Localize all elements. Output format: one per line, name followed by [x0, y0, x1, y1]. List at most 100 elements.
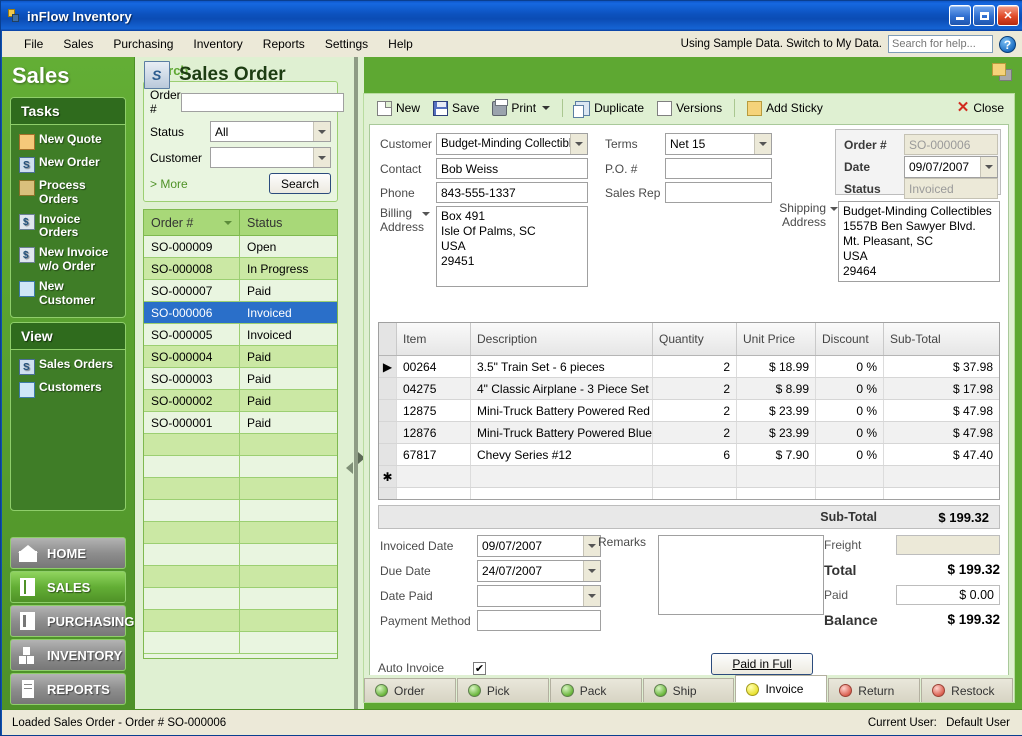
close-record-button[interactable]: ✕ Close — [957, 101, 1004, 115]
description-cell[interactable]: Chevy Series #12 — [471, 444, 653, 465]
splitter-bar[interactable] — [354, 57, 358, 709]
order-list-row[interactable]: SO-000005Invoiced — [144, 324, 337, 346]
search-order-input[interactable] — [181, 93, 344, 112]
print-button[interactable]: Print — [487, 99, 555, 118]
chevron-down-icon[interactable] — [422, 212, 430, 216]
item-cell[interactable]: 00264 — [397, 356, 471, 377]
order-list-row[interactable]: SO-000008In Progress — [144, 258, 337, 280]
nav-reports[interactable]: REPORTS — [10, 673, 126, 705]
minimize-button[interactable] — [949, 5, 971, 26]
line-item-row[interactable]: ✱ — [379, 466, 999, 488]
chevron-down-icon[interactable] — [313, 148, 330, 167]
sub-total-cell[interactable] — [884, 466, 999, 487]
quantity-cell[interactable]: 2 — [653, 378, 737, 399]
discount-cell[interactable]: 0 % — [816, 378, 884, 399]
quantity-cell[interactable] — [653, 466, 737, 487]
order-list-row[interactable]: SO-000006Invoiced — [144, 302, 337, 324]
phone-input[interactable]: 843-555-1337 — [436, 182, 588, 203]
discount-cell[interactable]: 0 % — [816, 444, 884, 465]
due-date-picker[interactable]: 24/07/2007 — [477, 560, 601, 582]
quantity-cell[interactable]: 2 — [653, 400, 737, 421]
billing-address-field[interactable]: Box 491 Isle Of Palms, SC USA 29451 — [436, 206, 588, 287]
item-cell[interactable] — [397, 488, 471, 500]
unit-price-cell[interactable]: $ 8.99 — [737, 378, 816, 399]
auto-invoice-checkbox[interactable]: ✔ — [473, 662, 486, 675]
row-marker-cell[interactable] — [379, 400, 397, 421]
order-list-empty-row[interactable] — [144, 500, 337, 522]
row-marker-cell[interactable] — [379, 488, 397, 500]
chevron-down-icon[interactable] — [583, 561, 600, 581]
column-header-order[interactable]: Order # — [144, 210, 240, 235]
order-list-empty-row[interactable] — [144, 566, 337, 588]
order-list-row[interactable]: SO-000007Paid — [144, 280, 337, 302]
line-item-row[interactable]: ▶002643.5" Train Set - 6 pieces2$ 18.990… — [379, 356, 999, 378]
order-list-grid[interactable]: Order # Status SO-000009OpenSO-000008In … — [143, 209, 338, 659]
quantity-cell[interactable]: 2 — [653, 356, 737, 377]
paid-in-full-button[interactable]: Paid in Full — [711, 653, 813, 675]
invoiced-date-picker[interactable]: 09/07/2007 — [477, 535, 601, 557]
stage-tab-invoice[interactable]: Invoice — [735, 675, 827, 702]
menu-settings[interactable]: Settings — [315, 34, 378, 54]
date-picker[interactable]: 09/07/2007 — [904, 156, 998, 178]
help-icon[interactable]: ? — [999, 36, 1016, 53]
sidebar-item-customers[interactable]: Customers — [17, 378, 121, 401]
sub-total-cell[interactable]: $ 17.98 — [884, 378, 999, 399]
order-list-empty-row[interactable] — [144, 456, 337, 478]
order-list-row[interactable]: SO-000001Paid — [144, 412, 337, 434]
stage-tab-restock[interactable]: Restock — [921, 678, 1013, 702]
row-marker-cell[interactable]: ▶ — [379, 356, 397, 377]
item-cell[interactable]: 12876 — [397, 422, 471, 443]
help-search-input[interactable] — [888, 35, 993, 53]
sidebar-item-new-quote[interactable]: New Quote — [17, 130, 121, 153]
discount-cell[interactable]: 0 % — [816, 356, 884, 377]
chevron-down-icon[interactable] — [313, 122, 330, 141]
stage-tab-pack[interactable]: Pack — [550, 678, 642, 702]
discount-cell[interactable]: 0 % — [816, 400, 884, 421]
contact-input[interactable]: Bob Weiss — [436, 158, 588, 179]
maximize-button[interactable] — [973, 5, 995, 26]
terms-select[interactable]: Net 15 — [665, 133, 772, 155]
line-item-row[interactable] — [379, 488, 999, 500]
discount-cell[interactable]: 0 % — [816, 422, 884, 443]
order-list-empty-row[interactable] — [144, 478, 337, 500]
freight-input[interactable] — [896, 535, 1000, 555]
sub-total-cell[interactable]: $ 47.40 — [884, 444, 999, 465]
menu-file[interactable]: File — [14, 34, 53, 54]
stage-tab-pick[interactable]: Pick — [457, 678, 549, 702]
search-button[interactable]: Search — [269, 173, 331, 194]
payment-method-input[interactable] — [477, 610, 601, 631]
order-list-row[interactable]: SO-000002Paid — [144, 390, 337, 412]
description-cell[interactable]: Mini-Truck Battery Powered Blue — [471, 422, 653, 443]
sales-rep-input[interactable] — [665, 182, 772, 203]
nav-sales[interactable]: SALES — [10, 571, 126, 603]
quantity-cell[interactable]: 6 — [653, 444, 737, 465]
sub-total-cell[interactable]: $ 37.98 — [884, 356, 999, 377]
stage-tab-order[interactable]: Order — [364, 678, 456, 702]
line-item-row[interactable]: 12876Mini-Truck Battery Powered Blue2$ 2… — [379, 422, 999, 444]
column-header-item[interactable]: Item — [397, 323, 471, 355]
order-list-empty-row[interactable] — [144, 544, 337, 566]
sidebar-item-new-invoice-wo-order[interactable]: $ New Invoice w/o Order — [17, 243, 121, 277]
sample-data-notice[interactable]: Using Sample Data. Switch to My Data. — [681, 38, 882, 50]
line-item-row[interactable]: 12875Mini-Truck Battery Powered Red2$ 23… — [379, 400, 999, 422]
sidebar-item-new-customer[interactable]: New Customer — [17, 277, 121, 311]
order-list-row[interactable]: SO-000003Paid — [144, 368, 337, 390]
quantity-cell[interactable] — [653, 488, 737, 500]
paid-input[interactable]: $ 0.00 — [896, 585, 1000, 605]
chevron-down-icon[interactable] — [542, 106, 550, 110]
menu-reports[interactable]: Reports — [253, 34, 315, 54]
order-list-empty-row[interactable] — [144, 632, 337, 654]
description-cell[interactable]: 3.5" Train Set - 6 pieces — [471, 356, 653, 377]
more-options-link[interactable]: > More — [150, 177, 188, 191]
order-list-empty-row[interactable] — [144, 522, 337, 544]
row-marker-cell[interactable] — [379, 378, 397, 399]
unit-price-cell[interactable]: $ 23.99 — [737, 400, 816, 421]
add-sticky-button[interactable]: Add Sticky — [742, 99, 828, 118]
chevron-down-icon[interactable] — [980, 157, 997, 177]
sidebar-item-sales-orders[interactable]: S Sales Orders — [17, 355, 121, 378]
nav-purchasing[interactable]: PURCHASING — [10, 605, 126, 637]
quantity-cell[interactable]: 2 — [653, 422, 737, 443]
line-item-row[interactable]: 67817Chevy Series #126$ 7.900 %$ 47.40 — [379, 444, 999, 466]
sticky-note-icon[interactable] — [992, 63, 1014, 83]
sidebar-item-process-orders[interactable]: Process Orders — [17, 176, 121, 210]
